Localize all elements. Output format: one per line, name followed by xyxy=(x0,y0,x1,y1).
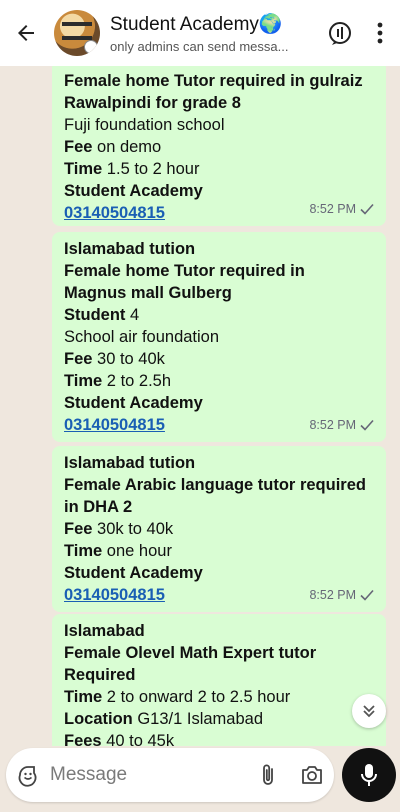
message-bubble[interactable]: Islamabad Female Olevel Math Expert tuto… xyxy=(52,614,386,746)
message-meta: 8:52 PM xyxy=(309,584,374,606)
clock-badge-icon xyxy=(84,40,98,54)
attach-button[interactable] xyxy=(246,748,290,802)
message-line: Fee 30 to 40k xyxy=(64,350,165,368)
more-options-button[interactable] xyxy=(360,0,400,66)
message-line: Student 4 xyxy=(64,306,140,324)
message-line: Female home Tutor required in xyxy=(64,262,305,280)
message-line: Islamabad tution xyxy=(64,240,196,258)
message-line: Female home Tutor required in gulraiz xyxy=(64,72,363,90)
message-line: Location G13/1 Islamabad xyxy=(64,710,263,728)
phone-link[interactable]: 03140504815 xyxy=(64,416,165,434)
message-time: 8:52 PM xyxy=(309,418,356,432)
camera-button[interactable] xyxy=(290,748,334,802)
message-bubble[interactable]: Female home Tutor required in gulraiz Ra… xyxy=(52,66,386,226)
message-line: Fees 40 to 45k xyxy=(64,732,175,746)
double-chevron-down-icon xyxy=(363,705,375,718)
phone-link[interactable]: 03140504815 xyxy=(64,204,165,222)
voice-message-button[interactable] xyxy=(342,748,396,802)
call-button[interactable] xyxy=(320,0,360,66)
message-meta: 8:52 PM xyxy=(309,198,374,220)
message-line: Time 2 to 2.5h xyxy=(64,372,172,390)
camera-icon xyxy=(302,766,322,784)
message-line: Time one hour xyxy=(64,542,172,560)
check-icon xyxy=(360,203,374,215)
message-line: School air foundation xyxy=(64,328,220,346)
message-composer: Message xyxy=(6,748,334,802)
message-line: Student Academy xyxy=(64,564,203,582)
message-line: Female Olevel Math Expert tutor xyxy=(64,644,317,662)
message-line: Required xyxy=(64,666,136,684)
message-line: Rawalpindi for grade 8 xyxy=(64,94,241,112)
message-line: Fee 30k to 40k xyxy=(64,520,174,538)
message-line: Time 1.5 to 2 hour xyxy=(64,160,200,178)
message-bubble[interactable]: Islamabad tution Female home Tutor requi… xyxy=(52,232,386,442)
message-time: 8:52 PM xyxy=(309,202,356,216)
message-time: 8:52 PM xyxy=(309,588,356,602)
message-line: Female Arabic language tutor required xyxy=(64,476,366,494)
message-input[interactable]: Message xyxy=(50,764,246,786)
message-bubble[interactable]: Islamabad tution Female Arabic language … xyxy=(52,446,386,612)
chat-area[interactable]: Female home Tutor required in gulraiz Ra… xyxy=(0,66,400,746)
message-line: Islamabad xyxy=(64,622,145,640)
phone-link[interactable]: 03140504815 xyxy=(64,586,165,604)
message-line: Islamabad tution xyxy=(64,454,196,472)
back-arrow-icon xyxy=(18,25,34,41)
call-group-icon xyxy=(329,22,351,45)
message-line: Magnus mall Gulberg xyxy=(64,284,232,302)
check-icon xyxy=(360,589,374,601)
more-vert-icon xyxy=(377,22,383,44)
message-line: Student Academy xyxy=(64,394,203,412)
group-title: Student Academy🌍 xyxy=(110,14,283,35)
message-line: Time 2 to onward 2 to 2.5 hour xyxy=(64,688,291,706)
emoji-button[interactable] xyxy=(6,748,50,802)
message-meta: 8:52 PM xyxy=(309,414,374,436)
group-subtitle: only admins can send messa... xyxy=(110,39,289,54)
microphone-icon xyxy=(361,764,377,786)
group-avatar[interactable] xyxy=(54,10,100,56)
back-button[interactable] xyxy=(0,0,52,66)
message-line: Fuji foundation school xyxy=(64,116,225,134)
message-line: in DHA 2 xyxy=(64,498,133,516)
check-icon xyxy=(360,419,374,431)
chat-header: Student Academy🌍 only admins can send me… xyxy=(0,0,400,66)
paperclip-icon xyxy=(263,764,273,785)
title-block[interactable]: Student Academy🌍 only admins can send me… xyxy=(110,12,320,54)
scroll-to-bottom-button[interactable] xyxy=(352,694,386,728)
sticker-emoji-icon xyxy=(18,766,37,787)
message-line: Fee on demo xyxy=(64,138,162,156)
